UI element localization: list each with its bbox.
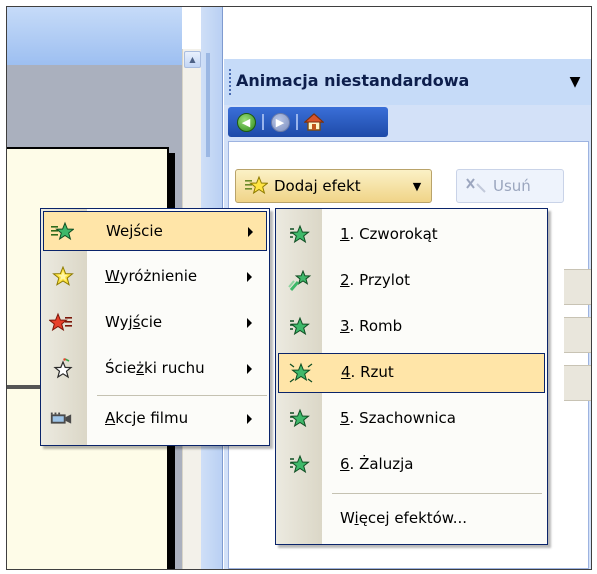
menu-item-label: Wyjście (105, 313, 163, 331)
remove-label: Usuń (493, 177, 531, 195)
fly-in-star-icon (288, 270, 312, 291)
box-effect-star-icon (290, 224, 310, 244)
menu-item-emphasis[interactable]: Wyróżnienie (43, 257, 267, 297)
task-pane-navigation: ◀ ▶ (228, 107, 388, 137)
menu-item-label: Ścieżki ruchu (105, 359, 205, 377)
submenu-item-blinds[interactable]: 6. Żaluzja (278, 445, 545, 485)
back-button[interactable]: ◀ (234, 110, 258, 134)
add-effect-label: Dodaj efekt (274, 177, 361, 195)
submenu-item-zoom[interactable]: 4. Rzut (278, 353, 545, 393)
green-star-entrance-icon (51, 221, 74, 241)
menu-item-exit[interactable]: Wyjście (43, 303, 267, 343)
task-pane-title: Animacja niestandardowa (236, 71, 470, 90)
toolbar-band (7, 7, 182, 65)
checkerboard-star-icon (290, 408, 310, 428)
forward-arrow-icon: ▶ (270, 112, 290, 132)
menu-separator (332, 493, 542, 494)
triangle-down-icon: ▼ (569, 74, 581, 90)
back-arrow-icon: ◀ (236, 112, 256, 132)
add-effect-menu: Wejście Wyróżnienie Wyjście Ścieżki ruch… (40, 208, 270, 446)
menu-item-label: 4. Rzut (341, 363, 394, 381)
task-pane-menu-button[interactable]: ▼ (562, 69, 588, 95)
menu-item-entrance[interactable]: Wejście (43, 211, 267, 251)
scroll-up-arrow-icon[interactable]: ▲ (184, 51, 201, 68)
menu-item-label: Akcje filmu (105, 409, 189, 427)
submenu-arrow-icon (247, 318, 252, 328)
submenu-item-diamond[interactable]: 3. Romb (278, 307, 545, 347)
add-effect-star-icon (245, 175, 268, 195)
blinds-star-icon (290, 454, 310, 474)
submenu-arrow-icon (247, 364, 252, 374)
menu-separator (97, 395, 267, 396)
submenu-arrow-icon (247, 272, 252, 282)
submenu-arrow-icon (248, 227, 253, 237)
yellow-star-emphasis-icon (52, 266, 74, 286)
submenu-item-more-effects[interactable]: Więcej efektów... (278, 499, 545, 539)
effect-list-row[interactable] (564, 317, 591, 353)
nav-separator (296, 114, 298, 130)
menu-item-label: Więcej efektów... (340, 509, 468, 527)
remove-effect-button[interactable]: Usuń (456, 169, 564, 203)
remove-effect-icon (466, 178, 486, 193)
add-effect-dropdown-arrow[interactable]: ▼ (407, 176, 427, 196)
add-effect-button[interactable]: Dodaj efekt ▼ (235, 169, 432, 203)
home-icon (304, 113, 324, 131)
motion-path-star-icon (53, 358, 73, 379)
task-pane-header: Animacja niestandardowa ▼ (224, 59, 591, 105)
diamond-effect-star-icon (290, 316, 310, 336)
chevron-down-icon: ▼ (412, 179, 422, 193)
menu-item-label: 1. Czworokąt (340, 225, 438, 243)
splitter-grip[interactable] (206, 53, 210, 157)
drag-grip-icon[interactable] (229, 69, 232, 95)
submenu-item-checkerboard[interactable]: 5. Szachownica (278, 399, 545, 439)
menu-item-label: 5. Szachownica (340, 409, 456, 427)
submenu-item-box[interactable]: 1. Czworokąt (278, 215, 545, 255)
film-action-icon (50, 412, 72, 424)
entrance-effects-submenu: 1. Czworokąt 2. Przylot 3. Romb 4. Rzut … (275, 208, 548, 545)
menu-item-label: Wejście (106, 222, 163, 240)
menu-item-movie-actions[interactable]: Akcje filmu (43, 399, 267, 439)
menu-item-motion-paths[interactable]: Ścieżki ruchu (43, 349, 267, 389)
submenu-item-fly-in[interactable]: 2. Przylot (278, 261, 545, 301)
menu-item-label: 3. Romb (340, 317, 403, 335)
effect-list-row[interactable] (564, 365, 591, 401)
forward-button[interactable]: ▶ (268, 110, 292, 134)
submenu-arrow-icon (247, 414, 252, 424)
menu-item-label: 2. Przylot (340, 271, 411, 289)
menu-item-label: 6. Żaluzja (340, 455, 414, 473)
nav-separator (262, 114, 264, 130)
effect-list-row[interactable] (564, 269, 591, 305)
red-star-exit-icon (49, 312, 72, 332)
home-button[interactable] (302, 110, 326, 134)
zoom-effect-star-icon (289, 362, 313, 383)
menu-item-label: Wyróżnienie (105, 267, 198, 285)
